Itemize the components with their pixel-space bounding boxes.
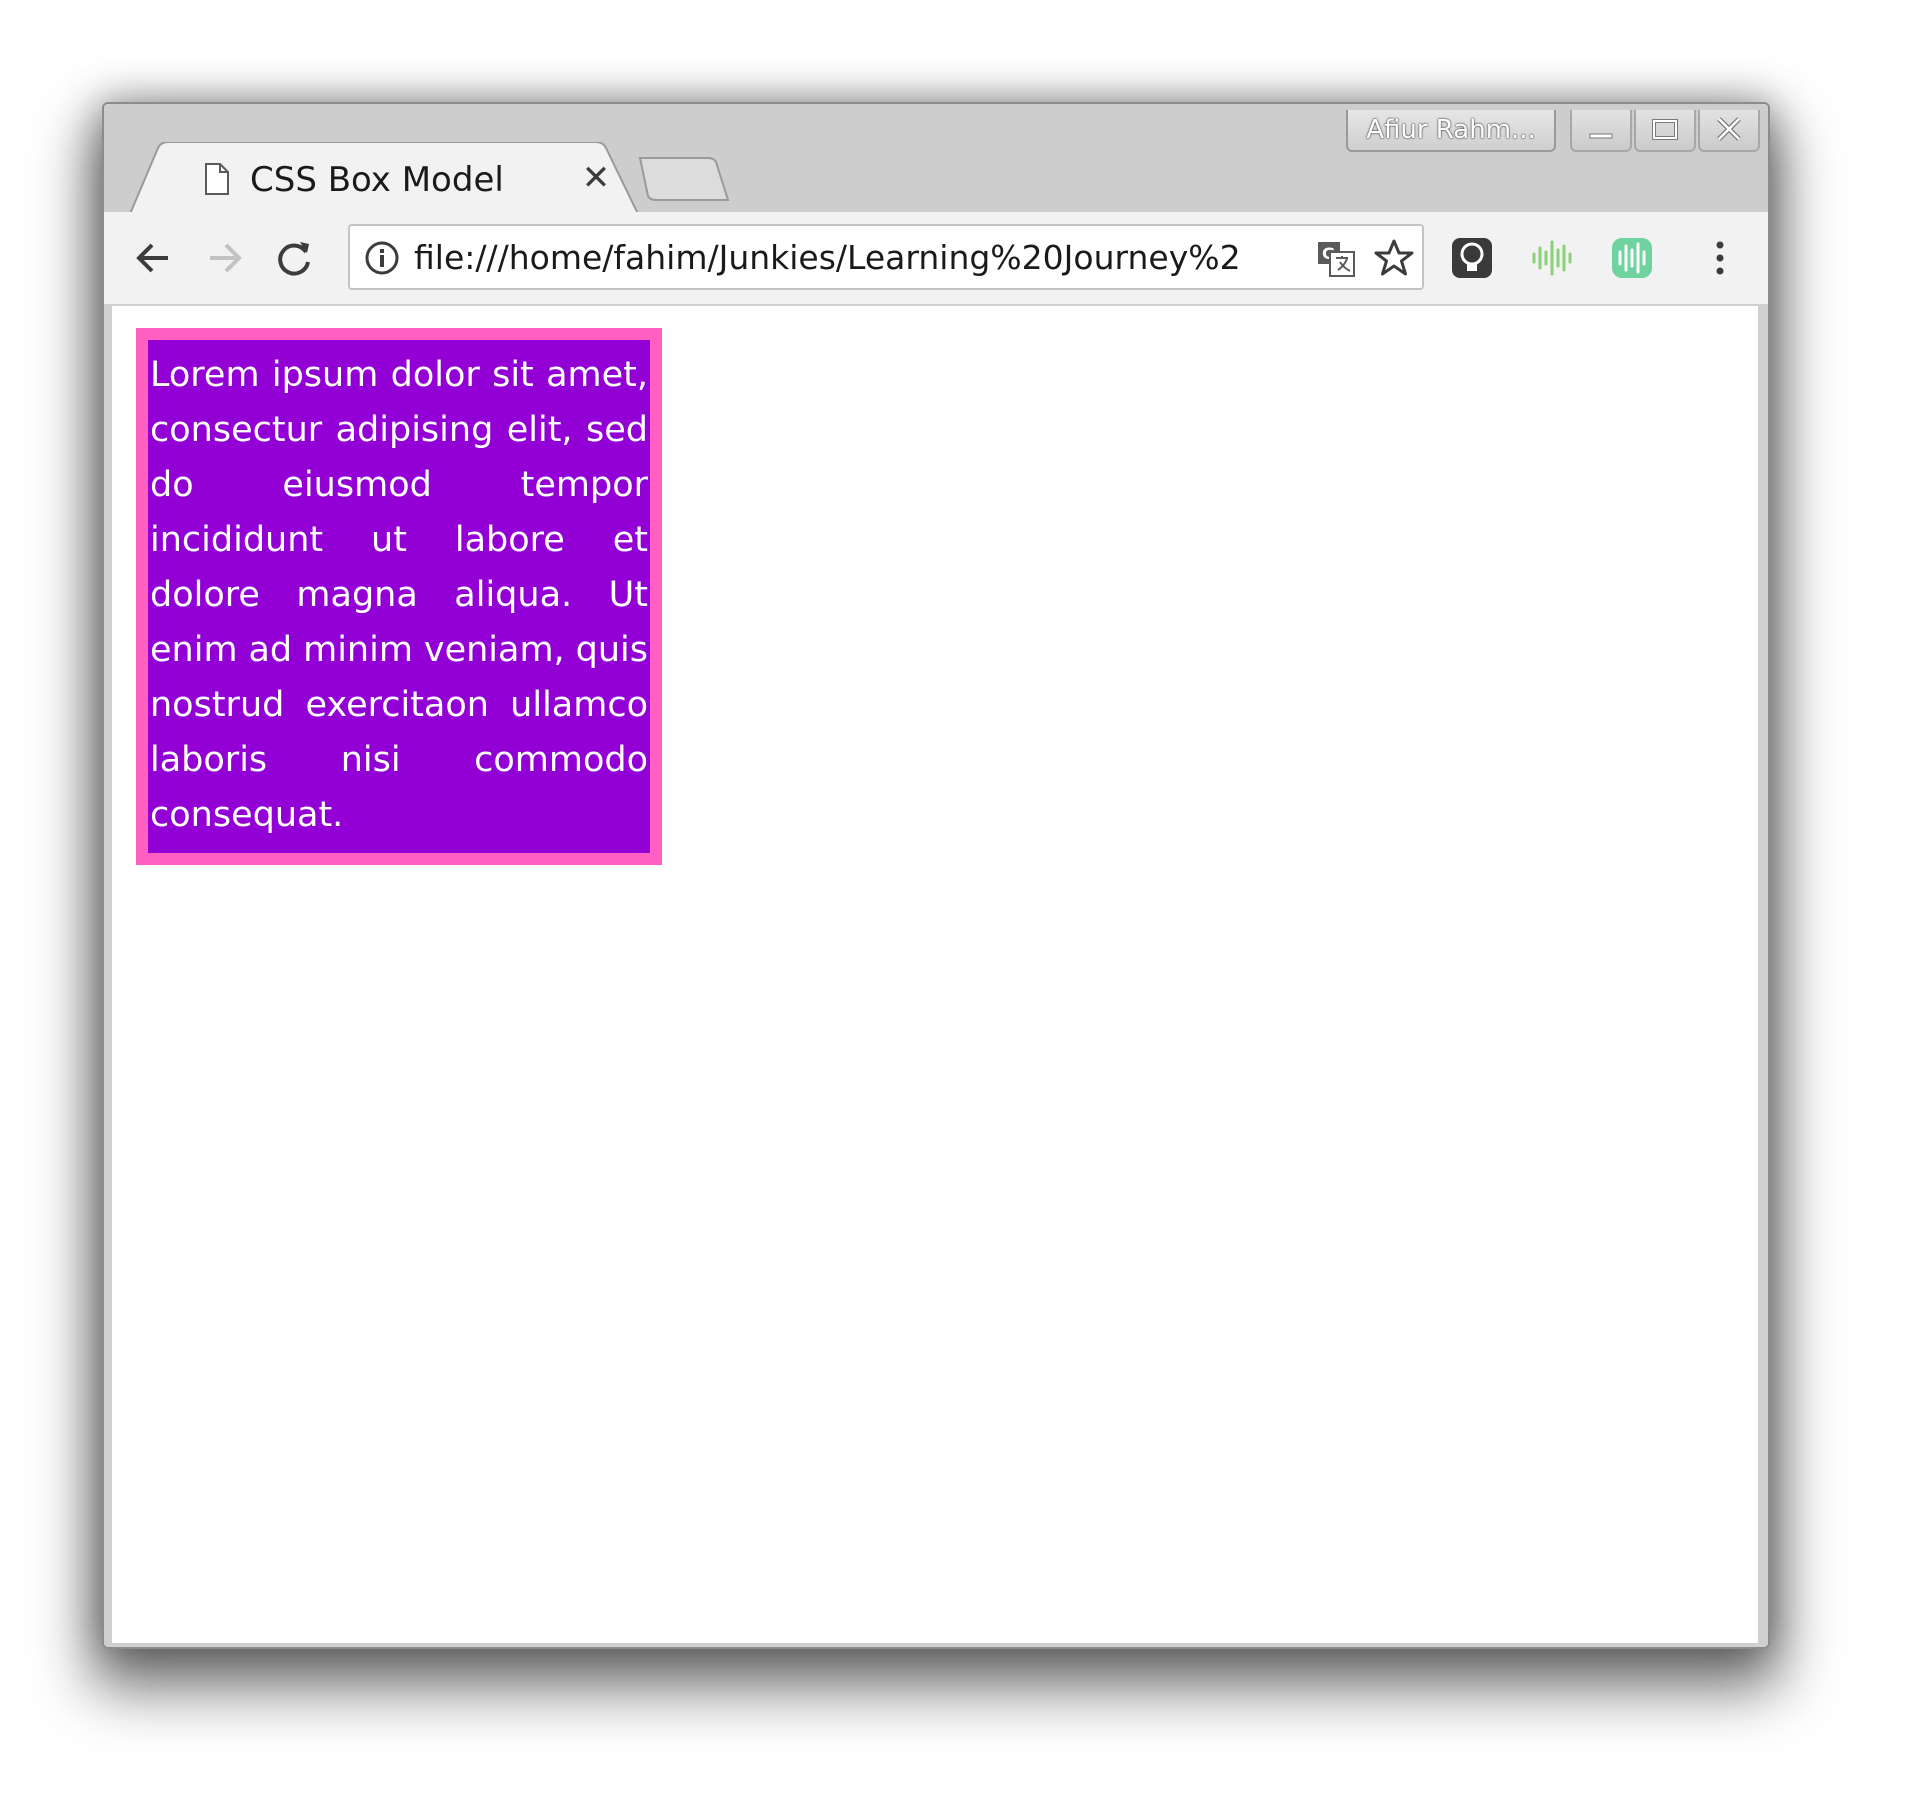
- info-icon[interactable]: [364, 240, 400, 276]
- profile-button[interactable]: Afiur Rahm...: [1346, 110, 1556, 152]
- maximize-button[interactable]: [1634, 110, 1696, 152]
- lightbulb-extension-icon[interactable]: [1446, 232, 1498, 284]
- tab-title: CSS Box Model: [250, 160, 504, 200]
- tab-strip: CSS Box Model ✕ Afiur Rahm...: [104, 104, 1768, 214]
- audio-wave-extension-icon[interactable]: [1526, 232, 1578, 284]
- minimize-button[interactable]: [1570, 110, 1632, 152]
- close-window-button[interactable]: [1698, 110, 1760, 152]
- green-audio-extension-icon[interactable]: [1606, 232, 1658, 284]
- maximize-icon: [1652, 119, 1678, 140]
- minimize-icon: [1589, 133, 1613, 139]
- close-icon: [1717, 117, 1741, 141]
- url-text[interactable]: file:///home/fahim/Junkies/Learning%20Jo…: [414, 236, 1294, 280]
- back-arrow-icon[interactable]: [128, 232, 180, 284]
- more-vert-icon[interactable]: [1694, 232, 1746, 284]
- forward-arrow-icon[interactable]: [198, 232, 250, 284]
- document-icon: [205, 163, 229, 195]
- box-paragraph: Lorem ipsum dolor sit amet, consectur ad…: [150, 355, 648, 835]
- tab-close-icon[interactable]: ✕: [578, 160, 614, 196]
- translate-icon[interactable]: G: [1316, 240, 1356, 278]
- css-box: Lorem ipsum dolor sit amet, consectur ad…: [136, 328, 662, 865]
- star-icon[interactable]: [1374, 238, 1414, 278]
- new-tab-button[interactable]: [636, 156, 732, 204]
- reload-icon[interactable]: [268, 232, 320, 284]
- tab-css-box-model[interactable]: CSS Box Model ✕: [130, 142, 642, 214]
- toolbar: file:///home/fahim/Junkies/Learning%20Jo…: [104, 212, 1768, 306]
- browser-window: CSS Box Model ✕ Afiur Rahm... file:///ho…: [102, 102, 1770, 1649]
- address-bar[interactable]: file:///home/fahim/Junkies/Learning%20Jo…: [348, 224, 1424, 290]
- page-viewport: Lorem ipsum dolor sit amet, consectur ad…: [112, 306, 1758, 1643]
